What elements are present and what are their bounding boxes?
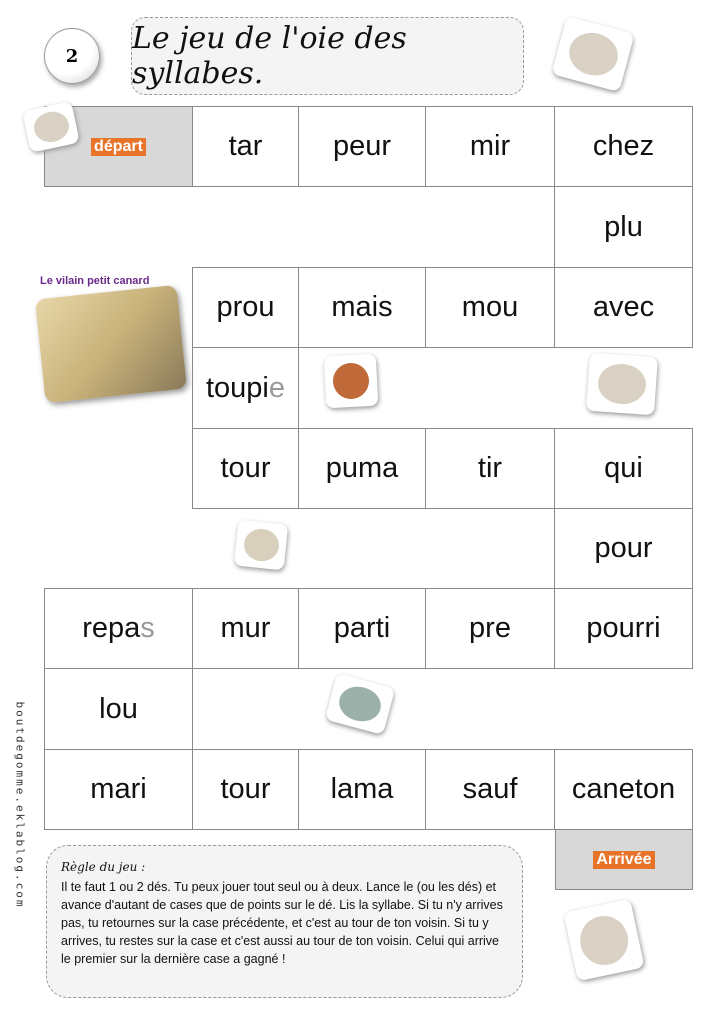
illustration-caption: Le vilain petit canard <box>40 275 150 287</box>
syllable: sauf <box>462 773 518 805</box>
board-cell: caneton <box>554 749 693 830</box>
board-cell: tour <box>192 749 299 830</box>
goose-icon <box>586 352 658 416</box>
rules-text: Il te faut 1 ou 2 dés. Tu peux jouer tou… <box>61 880 503 966</box>
syllable: lama <box>330 773 394 805</box>
board-cell: puma <box>298 428 426 509</box>
end-label: Arrivée <box>593 850 655 869</box>
board-cell: plu <box>554 186 693 268</box>
syllable: lou <box>99 692 138 725</box>
syllable: caneton <box>571 773 676 805</box>
syllable: chez <box>592 130 655 162</box>
board-cell: avec <box>554 267 693 348</box>
syllable: tour <box>220 452 271 484</box>
start-label: départ <box>91 137 146 156</box>
board-cell: qui <box>554 428 693 509</box>
syllable: tar <box>228 130 263 162</box>
board-cell: peur <box>298 106 426 187</box>
board-cell: tir <box>425 428 555 509</box>
board-cell: mari <box>44 749 193 830</box>
syllable: mari <box>90 773 147 805</box>
syllable: pour <box>594 532 653 564</box>
syllable: mur <box>220 612 271 644</box>
syllable: parti <box>333 612 391 644</box>
board-cell: mur <box>192 588 299 669</box>
syllable: repa <box>82 612 141 644</box>
faded-letter: e <box>268 371 286 404</box>
board-cell: repa s <box>44 588 193 669</box>
rules-heading: Règle du jeu : <box>61 860 146 874</box>
syllable: qui <box>604 452 643 484</box>
farmer-icon <box>324 673 396 735</box>
hen-icon <box>323 353 379 409</box>
page-number-badge: 2 <box>44 28 100 84</box>
board-cell: pour <box>554 508 693 589</box>
board-cell: sauf <box>425 749 555 830</box>
goose-icon <box>563 898 645 982</box>
website-credit: boutdegomme.eklablog.com <box>13 701 27 909</box>
syllable: pourri <box>586 612 661 644</box>
page-title: Le jeu de l'oie des syllabes. <box>131 17 524 95</box>
board-cell: tar <box>192 106 299 187</box>
board-cell: lama <box>298 749 426 830</box>
board-cell: chez <box>554 106 693 187</box>
syllable: plu <box>604 210 643 243</box>
board-cell: toupi e <box>192 347 299 429</box>
board-cell: tour <box>192 428 299 509</box>
syllable: prou <box>216 291 275 323</box>
syllable: mou <box>461 291 519 323</box>
end-cell: Arrivée <box>555 829 693 890</box>
board-cell: mou <box>425 267 555 348</box>
rules-box: Règle du jeu : Il te faut 1 ou 2 dés. Tu… <box>46 845 523 998</box>
faded-letter: s <box>140 612 155 644</box>
duckling-illustration <box>34 284 188 404</box>
board-cell: prou <box>192 267 299 348</box>
goose-icon <box>551 15 635 93</box>
syllable: pre <box>469 612 511 644</box>
board-cell: mir <box>425 106 555 187</box>
syllable: puma <box>325 452 399 484</box>
syllable: toupi <box>205 371 269 404</box>
board-cell: mais <box>298 267 426 348</box>
syllable: tir <box>477 452 503 484</box>
syllable: peur <box>332 130 392 162</box>
rooster-icon <box>233 519 289 571</box>
syllable: avec <box>592 291 655 323</box>
syllable: mir <box>469 130 511 162</box>
board-cell: pourri <box>554 588 693 669</box>
board-cell: parti <box>298 588 426 669</box>
board-cell: lou <box>44 668 193 750</box>
board-cell: pre <box>425 588 555 669</box>
syllable: mais <box>331 291 393 323</box>
syllable: tour <box>220 773 271 805</box>
